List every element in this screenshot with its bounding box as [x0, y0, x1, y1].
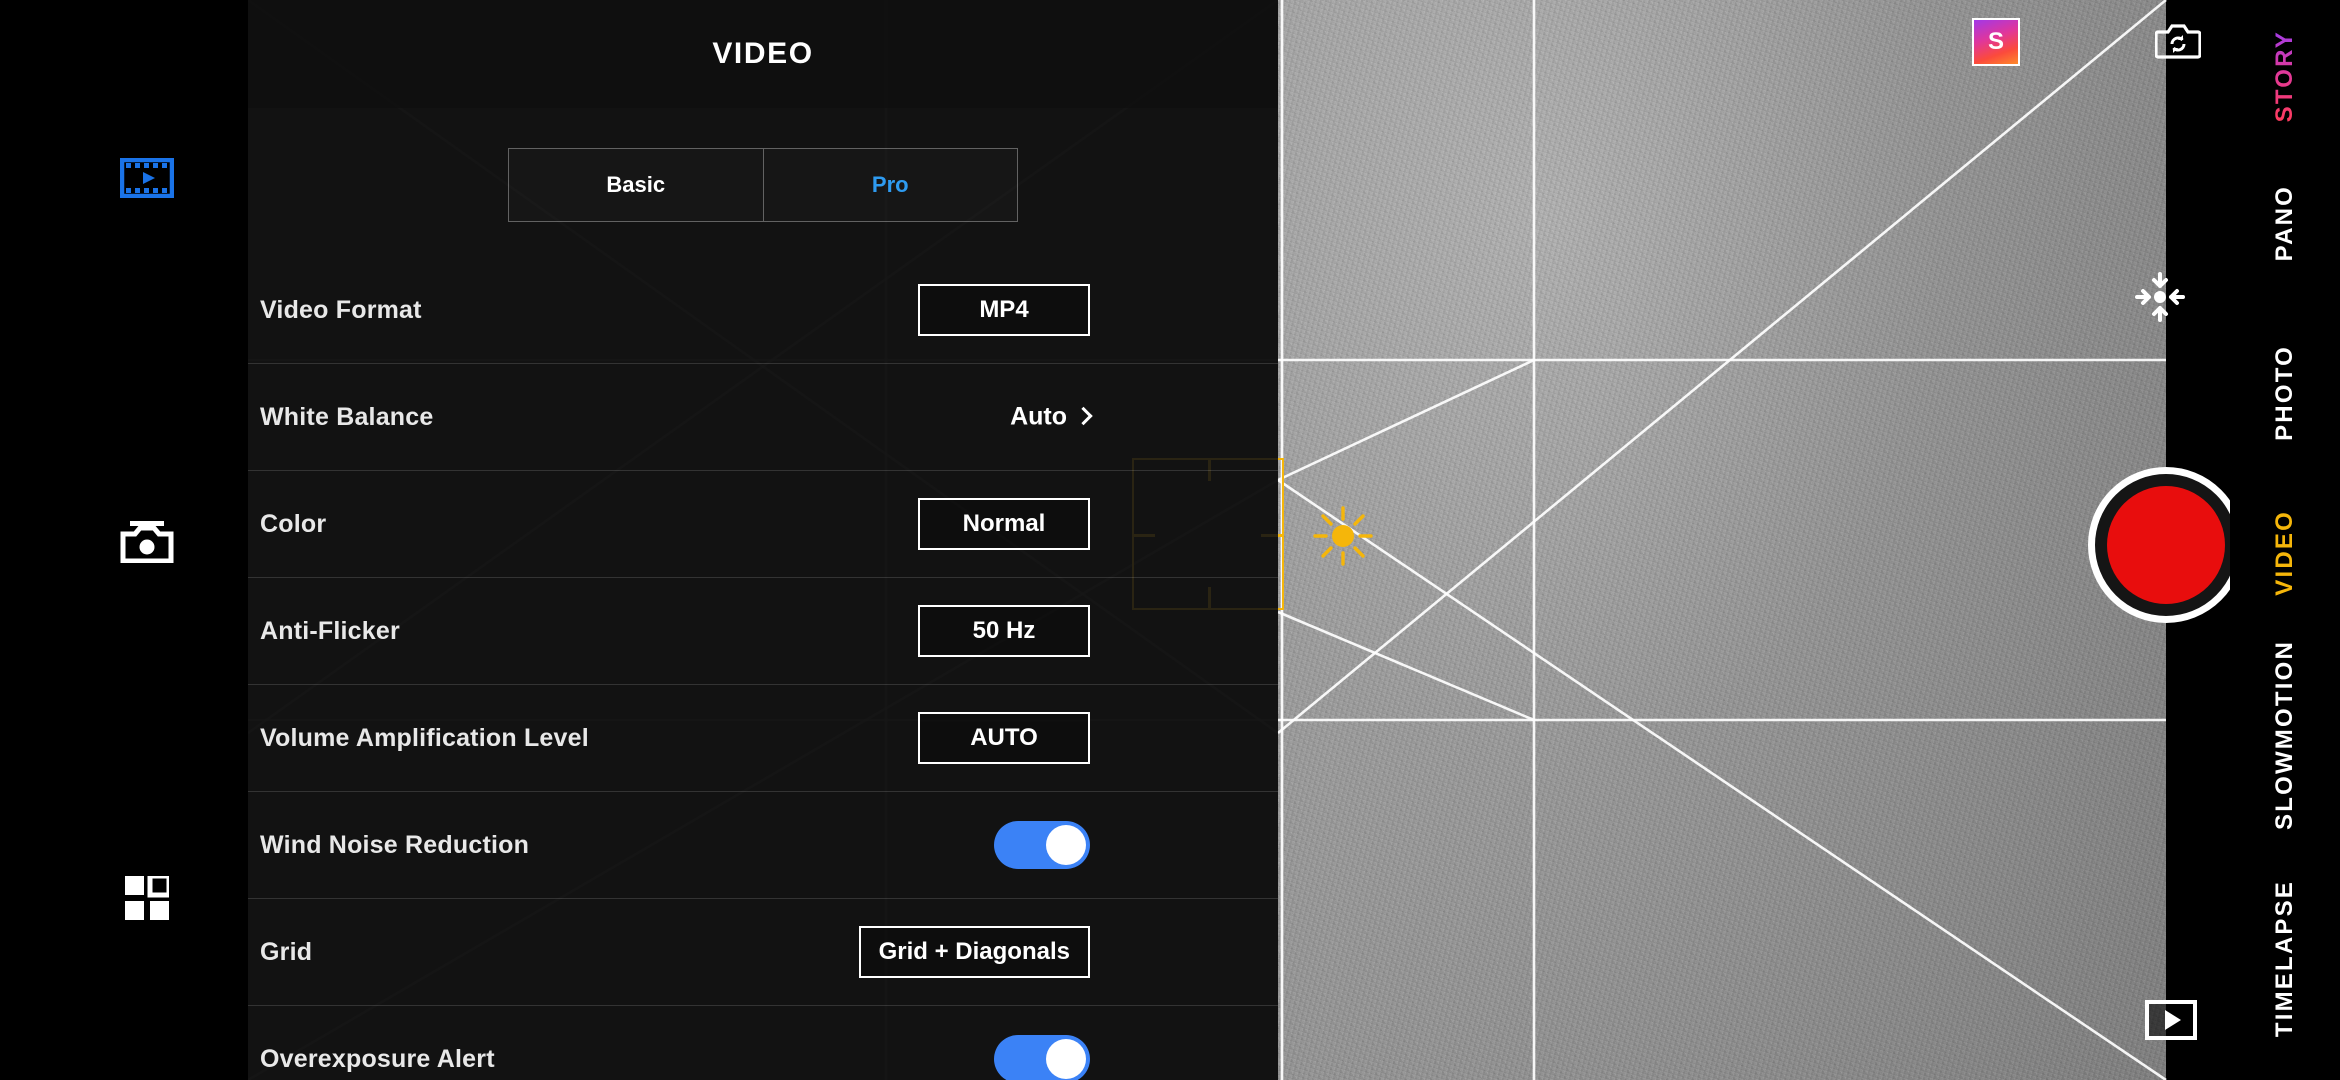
setting-label: Grid [260, 937, 313, 966]
setting-label: Overexposure Alert [260, 1044, 495, 1073]
grid-squares-icon [125, 873, 172, 925]
setting-control[interactable] [994, 1035, 1090, 1080]
tab-basic[interactable]: Basic [508, 148, 764, 222]
toggle-knob [1046, 825, 1086, 865]
mode-label: TIMELAPSE [2271, 880, 2298, 1038]
mode-label: STORY [2271, 30, 2298, 123]
film-strip-icon [119, 157, 175, 203]
setting-control[interactable]: MP4 [918, 284, 1090, 336]
setting-control[interactable]: AUTO [918, 712, 1090, 764]
mode-item-photo[interactable]: PHOTO [2271, 345, 2299, 441]
collapse-arrows-icon[interactable] [2135, 272, 2185, 322]
white-balance-value-text: Auto [1010, 402, 1067, 431]
mode-label: PANO [2271, 185, 2298, 262]
viewfinder-vignette [1278, 0, 2166, 1080]
panel-header: VIDEO [248, 0, 1278, 108]
wind-noise-reduction-toggle[interactable] [994, 821, 1090, 869]
record-button-inner [2107, 486, 2225, 604]
story-mode-badge[interactable]: S [1972, 18, 2020, 66]
gallery-preview-thumbnail[interactable] [2145, 1000, 2197, 1040]
mode-item-slowmotion[interactable]: SLOWMOTION [2271, 640, 2299, 830]
setting-row-wind-noise-reduction[interactable]: Wind Noise Reduction [248, 792, 1278, 899]
setting-control[interactable] [994, 821, 1090, 869]
chevron-right-icon [1074, 406, 1093, 426]
sidebar-item-video[interactable] [112, 152, 182, 208]
setting-row-white-balance[interactable]: White Balance Auto [248, 364, 1278, 471]
volume-amplification-value[interactable]: AUTO [918, 712, 1090, 764]
setting-label: Volume Amplification Level [260, 723, 589, 752]
video-format-value[interactable]: MP4 [918, 284, 1090, 336]
setting-label: Color [260, 509, 327, 538]
play-triangle-icon [2165, 1010, 2181, 1030]
mode-item-pano[interactable]: PANO [2271, 185, 2299, 261]
setting-label: Video Format [260, 295, 422, 324]
camera-viewfinder[interactable] [1278, 0, 2166, 1080]
overexposure-alert-toggle[interactable] [994, 1035, 1090, 1080]
setting-label: Anti-Flicker [260, 616, 400, 645]
mode-item-timelapse[interactable]: TIMELAPSE [2271, 880, 2299, 1037]
anti-flicker-value[interactable]: 50 Hz [918, 605, 1090, 657]
setting-control[interactable]: 50 Hz [918, 605, 1090, 657]
white-balance-value[interactable]: Auto [1010, 402, 1093, 432]
setting-control[interactable]: Auto [1010, 402, 1093, 432]
setting-row-grid[interactable]: Grid Grid + Diagonals [248, 899, 1278, 1006]
camera-icon [120, 519, 174, 568]
toggle-knob [1046, 1039, 1086, 1079]
mode-item-video[interactable]: VIDEO [2271, 510, 2299, 596]
setting-row-color[interactable]: Color Normal [248, 471, 1278, 578]
mode-item-story[interactable]: STORY [2271, 30, 2299, 122]
story-badge-label: S [1987, 28, 2004, 55]
camera-flip-icon[interactable] [2154, 22, 2202, 60]
setting-label: Wind Noise Reduction [260, 830, 530, 859]
sun-icon[interactable] [1312, 505, 1374, 567]
record-button[interactable] [2088, 467, 2244, 623]
grid-value[interactable]: Grid + Diagonals [858, 926, 1090, 978]
mode-label: SLOWMOTION [2271, 640, 2298, 830]
mode-label: VIDEO [2271, 510, 2298, 596]
color-value[interactable]: Normal [918, 498, 1090, 550]
left-icon-rail [0, 0, 248, 1080]
mode-tabs: Basic Pro [508, 148, 1018, 222]
setting-row-volume-amplification-level[interactable]: Volume Amplification Level AUTO [248, 685, 1278, 792]
setting-row-overexposure-alert[interactable]: Overexposure Alert [248, 1006, 1278, 1080]
setting-row-anti-flicker[interactable]: Anti-Flicker 50 Hz [248, 578, 1278, 685]
video-settings-panel: VIDEO Basic Pro Video Format MP4 White B… [248, 0, 1278, 1080]
mode-selector-rail: STORY PANO PHOTO VIDEO SLOWMOTION TIMELA… [2230, 0, 2340, 1080]
setting-control[interactable]: Grid + Diagonals [858, 926, 1090, 978]
setting-row-video-format[interactable]: Video Format MP4 [248, 257, 1278, 364]
tab-pro[interactable]: Pro [763, 148, 1018, 222]
settings-rows: Video Format MP4 White Balance Auto Colo… [248, 257, 1278, 1080]
setting-control[interactable]: Normal [918, 498, 1090, 550]
setting-label: White Balance [260, 402, 434, 431]
mode-label: PHOTO [2271, 345, 2298, 441]
sidebar-item-modes[interactable] [112, 872, 182, 928]
camera-app-screen: S VIDEO Basic Pro Video Format MP4 White… [0, 0, 2340, 1080]
sidebar-item-camera[interactable] [112, 515, 182, 571]
page-title: VIDEO [712, 37, 814, 70]
